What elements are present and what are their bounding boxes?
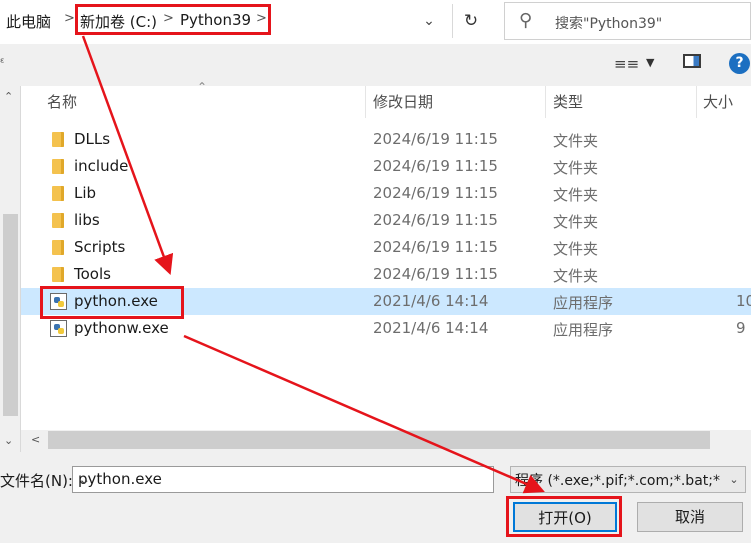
- annotation-arrows: [81, 35, 545, 494]
- annotation-arrow-to-open-button: [183, 334, 545, 494]
- annotation-arrow-to-python-exe: [81, 35, 174, 276]
